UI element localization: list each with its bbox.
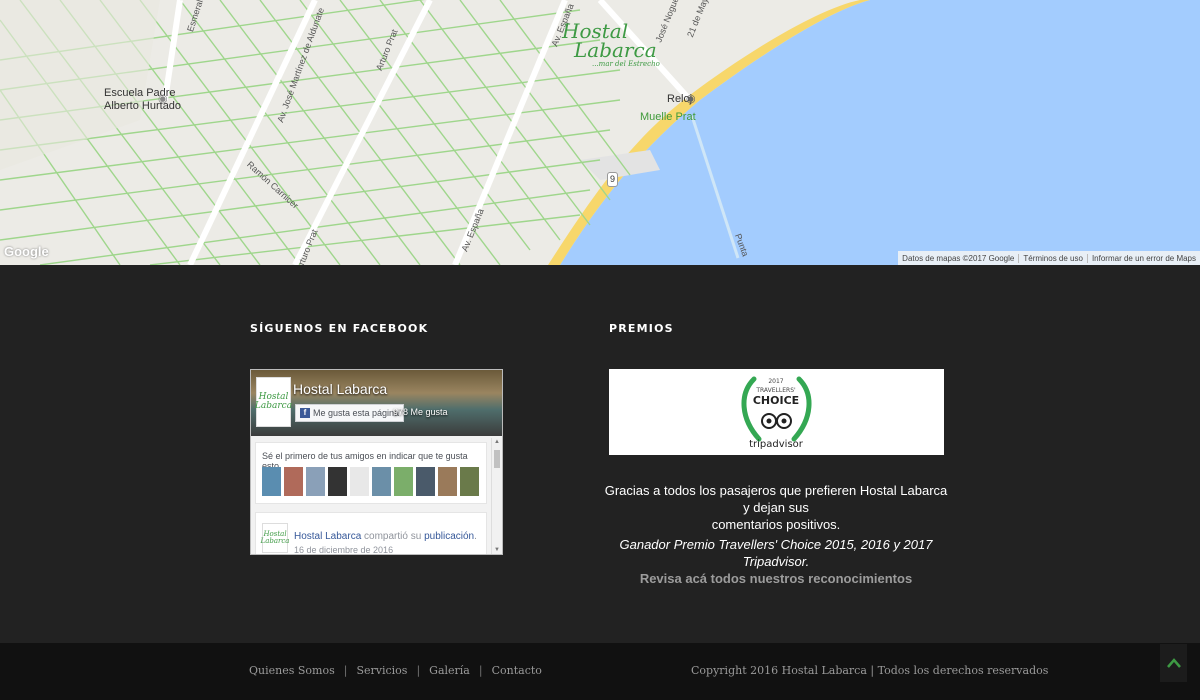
facebook-page-name[interactable]: Hostal Labarca bbox=[293, 381, 387, 397]
friend-avatar[interactable] bbox=[416, 467, 435, 496]
map-place-school-line2: Alberto Hurtado bbox=[104, 100, 182, 112]
facebook-like-label: Me gusta esta página bbox=[313, 408, 400, 418]
map-pin-icon: ◉ bbox=[158, 93, 168, 105]
scrollbar-thumb[interactable] bbox=[494, 450, 500, 468]
facebook-post-action: compartió su bbox=[361, 531, 425, 542]
hostal-map-logo-line2: Labarca bbox=[574, 38, 657, 62]
clock-icon: ◉ bbox=[686, 93, 696, 105]
nav-link-galeria[interactable]: Galería bbox=[429, 664, 470, 677]
map-report-link[interactable]: Informar de un error de Maps bbox=[1086, 253, 1200, 263]
friend-avatar[interactable] bbox=[350, 467, 369, 496]
friend-avatar[interactable] bbox=[394, 467, 413, 496]
nav-separator: | bbox=[343, 664, 348, 677]
footer-nav: Quienes Somos | Servicios | Galería | Co… bbox=[249, 664, 542, 677]
awards-winner-text: Ganador Premio Travellers' Choice 2015, … bbox=[619, 537, 933, 569]
map[interactable]: Escuela Padre Alberto Hurtado ◉ Reloj ◉ … bbox=[0, 0, 1200, 265]
route-marker: 9 bbox=[607, 172, 619, 187]
facebook-post-headline: Hostal Labarca compartió su publicación. bbox=[294, 531, 477, 542]
facebook-icon: f bbox=[300, 408, 310, 418]
awards-thanks-line2: comentarios positivos. bbox=[711, 517, 841, 532]
map-data-credit: Datos de mapas ©2017 Google bbox=[902, 253, 1015, 263]
facebook-post[interactable]: Hostal Labarca Hostal Labarca compartió … bbox=[255, 512, 487, 554]
tripadvisor-badge: 2017 TRAVELLERS' CHOICE tripadvisor bbox=[741, 376, 812, 450]
nav-separator: | bbox=[416, 664, 421, 677]
facebook-post-avatar[interactable]: Hostal Labarca bbox=[260, 523, 290, 553]
map-terms-link[interactable]: Términos de uso bbox=[1018, 253, 1087, 263]
facebook-post-date[interactable]: 16 de diciembre de 2016 bbox=[294, 545, 393, 554]
award-badge-box[interactable]: 2017 TRAVELLERS' CHOICE tripadvisor bbox=[609, 369, 944, 455]
facebook-scrollbar[interactable]: ▲ ▼ bbox=[491, 438, 502, 554]
friend-avatar[interactable] bbox=[328, 467, 347, 496]
facebook-like-count: 978 Me gusta bbox=[393, 407, 448, 417]
nav-link-contacto[interactable]: Contacto bbox=[492, 664, 542, 677]
badge-brand: tripadvisor bbox=[749, 439, 804, 450]
friend-avatar[interactable] bbox=[306, 467, 325, 496]
awards-thanks-line1: Gracias a todos los pasajeros que prefie… bbox=[604, 483, 948, 515]
badge-year: 2017 bbox=[768, 378, 783, 385]
friend-avatar[interactable] bbox=[372, 467, 391, 496]
badge-line2: CHOICE bbox=[753, 394, 799, 407]
scroll-to-top-button[interactable] bbox=[1160, 644, 1187, 682]
facebook-cover[interactable]: Hostal Labarca Hostal Labarca f Me gusta… bbox=[251, 370, 502, 436]
friend-avatar[interactable] bbox=[460, 467, 479, 496]
map-place-school: Escuela Padre Alberto Hurtado bbox=[104, 87, 181, 113]
map-place-muelle: Muelle Prat bbox=[640, 111, 696, 123]
friend-avatar[interactable] bbox=[284, 467, 303, 496]
scroll-down-icon[interactable]: ▼ bbox=[494, 547, 500, 553]
nav-link-servicios[interactable]: Servicios bbox=[356, 664, 407, 677]
facebook-section-title: SÍGUENOS EN FACEBOOK bbox=[250, 322, 429, 335]
facebook-friend-faces bbox=[262, 467, 479, 496]
friend-avatar[interactable] bbox=[438, 467, 457, 496]
chevron-up-icon bbox=[1166, 658, 1181, 668]
facebook-post-object[interactable]: publicación bbox=[424, 531, 474, 542]
google-logo[interactable]: Google bbox=[4, 244, 49, 259]
facebook-friends-box: Sé el primero de tus amigos en indicar q… bbox=[255, 442, 487, 504]
awards-thanks: Gracias a todos los pasajeros que prefie… bbox=[600, 482, 952, 533]
badge-line1: TRAVELLERS' bbox=[755, 387, 796, 394]
friend-avatar[interactable] bbox=[262, 467, 281, 496]
facebook-post-suffix: . bbox=[474, 531, 477, 542]
awards-recognitions-link[interactable]: Revisa acá todos nuestros reconocimiento… bbox=[600, 571, 952, 586]
awards-section-title: PREMIOS bbox=[609, 322, 674, 335]
footer-main bbox=[0, 265, 1200, 643]
facebook-post-author[interactable]: Hostal Labarca bbox=[294, 531, 361, 542]
facebook-like-button[interactable]: f Me gusta esta página bbox=[295, 404, 405, 422]
facebook-widget[interactable]: Hostal Labarca Hostal Labarca f Me gusta… bbox=[250, 369, 503, 555]
facebook-avatar-line2: Labarca bbox=[254, 401, 293, 411]
copyright-text: Copyright 2016 Hostal Labarca | Todos lo… bbox=[691, 664, 1049, 677]
facebook-post-avatar-line2: Labarca bbox=[260, 537, 290, 545]
hostal-map-logo[interactable]: Hostal Labarca ...mar del Estrecho bbox=[562, 21, 660, 68]
nav-link-quienes-somos[interactable]: Quienes Somos bbox=[249, 664, 335, 677]
map-footer: Datos de mapas ©2017 Google Términos de … bbox=[898, 251, 1200, 265]
facebook-page-avatar[interactable]: Hostal Labarca bbox=[254, 377, 293, 427]
scroll-up-icon[interactable]: ▲ bbox=[494, 439, 500, 445]
nav-separator: | bbox=[478, 664, 483, 677]
